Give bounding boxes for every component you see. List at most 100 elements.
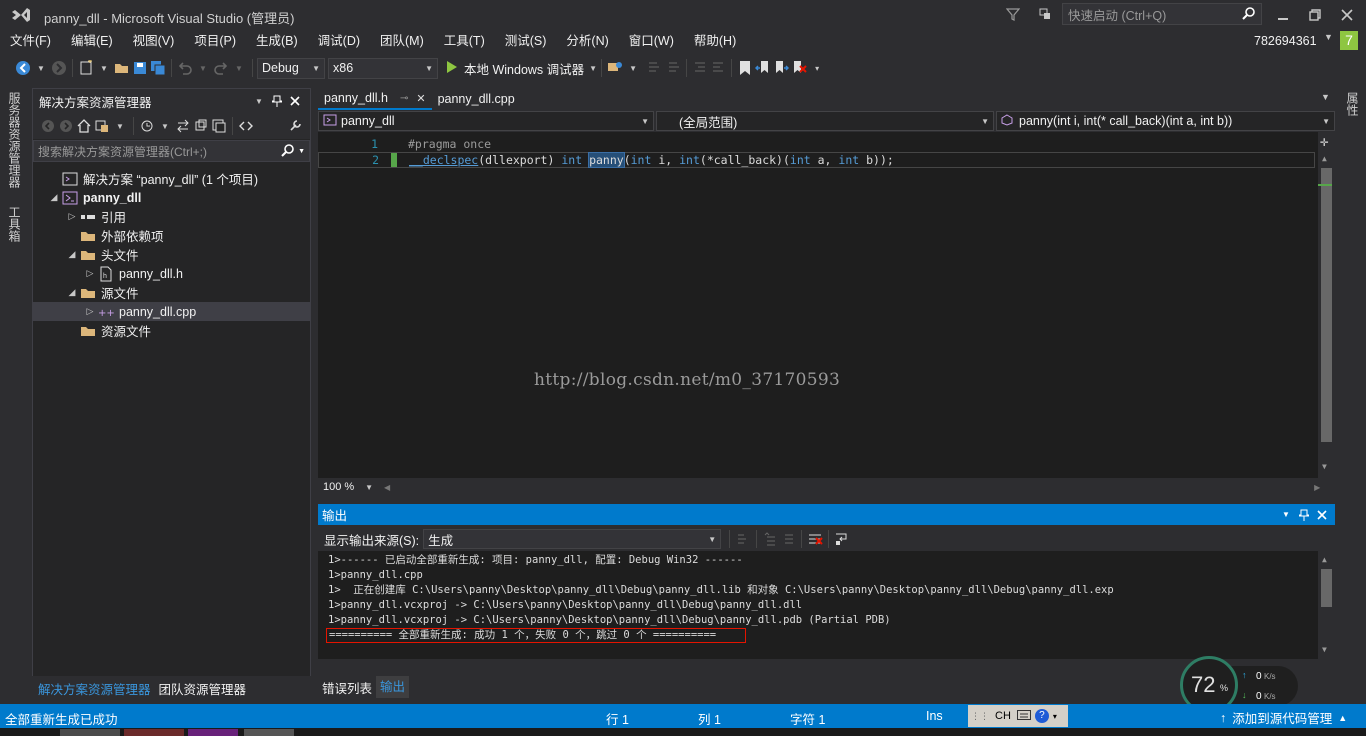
save-icon[interactable]: [131, 59, 149, 77]
tab-error-list[interactable]: 错误列表: [318, 678, 376, 697]
tab-solution-explorer[interactable]: 解决方案资源管理器: [32, 679, 157, 698]
scroll-right-icon[interactable]: ▶: [1314, 483, 1320, 492]
home-icon[interactable]: [75, 117, 93, 135]
solution-search-input[interactable]: 搜索解决方案资源管理器(Ctrl+;) ▼: [33, 140, 310, 162]
refresh-icon[interactable]: [192, 117, 210, 135]
tree-item[interactable]: 资源文件: [33, 321, 310, 340]
menu-tools[interactable]: 工具(T): [434, 30, 495, 52]
indent-icon[interactable]: [709, 59, 727, 77]
properties-tab[interactable]: 属性: [1344, 86, 1361, 122]
scroll-down-icon[interactable]: ▼: [1322, 462, 1327, 471]
tab-overflow-icon[interactable]: ▼: [1321, 92, 1330, 102]
undo-icon[interactable]: [176, 59, 194, 77]
menu-analyze[interactable]: 分析(N): [556, 30, 618, 52]
forward-icon[interactable]: [57, 117, 75, 135]
ime-options-icon[interactable]: ▾: [1053, 712, 1057, 721]
menu-file[interactable]: 文件(F): [0, 30, 61, 52]
comment-icon[interactable]: [646, 59, 664, 77]
outdent-icon[interactable]: [691, 59, 709, 77]
save-all-icon[interactable]: [149, 59, 167, 77]
scrollbar-thumb[interactable]: [1321, 168, 1332, 442]
project-select[interactable]: panny_dll ▼: [318, 111, 654, 131]
tab-output[interactable]: 输出: [376, 676, 410, 698]
scroll-up-icon[interactable]: ▲: [1322, 555, 1327, 564]
code-line-current[interactable]: 2 __declspec (dllexport) int panny(int i,…: [318, 152, 1315, 168]
scrollbar-thumb[interactable]: [1321, 569, 1332, 607]
browser-link-dropdown-icon[interactable]: ▼: [624, 59, 642, 77]
user-name[interactable]: 782694361: [1254, 34, 1317, 48]
uncomment-icon[interactable]: [664, 59, 682, 77]
account-dropdown-icon[interactable]: ▼: [1324, 32, 1333, 42]
menu-test[interactable]: 测试(S): [495, 30, 557, 52]
back-icon[interactable]: [39, 117, 57, 135]
close-tab-icon[interactable]: ✕: [416, 92, 425, 105]
pin-icon[interactable]: ⊸: [400, 93, 408, 104]
undo-dropdown-icon[interactable]: ▼: [194, 59, 212, 77]
tree-item[interactable]: ▷ ++ panny_dll.cpp: [33, 302, 310, 321]
toolbar-overflow-icon[interactable]: ▾: [808, 59, 826, 77]
menu-window[interactable]: 窗口(W): [619, 30, 684, 52]
pending-changes-dropdown-icon[interactable]: ▼: [156, 117, 174, 135]
redo-dropdown-icon[interactable]: ▼: [230, 59, 248, 77]
keyboard-icon[interactable]: [1016, 709, 1031, 723]
pin-icon[interactable]: [1295, 506, 1313, 524]
code-editor[interactable]: 1 #pragma once 2 __declspec (dllexport) i…: [318, 132, 1335, 478]
switch-views-dropdown-icon[interactable]: ▼: [111, 117, 129, 135]
menu-project[interactable]: 项目(P): [184, 30, 246, 52]
solution-config-select[interactable]: Debug ▼: [257, 57, 325, 79]
close-window-button[interactable]: [1338, 6, 1356, 24]
feedback-icon[interactable]: [1036, 5, 1054, 23]
output-text[interactable]: 1>------ 已启动全部重新生成: 项目: panny_dll, 配置: D…: [318, 551, 1335, 659]
tree-item[interactable]: 外部依赖项: [33, 226, 310, 245]
vertical-scrollbar[interactable]: ✛ ▲ ▼: [1318, 132, 1335, 478]
switch-views-icon[interactable]: [93, 117, 111, 135]
new-project-icon[interactable]: [77, 59, 95, 77]
window-position-icon[interactable]: ▼: [1277, 506, 1295, 524]
taskbar-item[interactable]: [60, 729, 120, 736]
pending-changes-icon[interactable]: [138, 117, 156, 135]
start-debugging-button[interactable]: 本地 Windows 调试器 ▼: [446, 59, 597, 78]
help-icon[interactable]: ?: [1034, 709, 1049, 723]
show-code-icon[interactable]: [237, 117, 255, 135]
tab-panny-dll-cpp[interactable]: panny_dll.cpp: [432, 92, 521, 106]
menu-edit[interactable]: 编辑(E): [61, 30, 123, 52]
ime-bar[interactable]: ⋮⋮ CH ? ▾: [968, 705, 1068, 727]
code-line[interactable]: 1 #pragma once: [318, 136, 1318, 152]
collapse-arrow-icon[interactable]: ◢: [65, 287, 79, 298]
tree-item[interactable]: ◢ panny_dll: [33, 188, 310, 207]
next-bookmark-icon[interactable]: [772, 59, 790, 77]
back-icon[interactable]: [14, 59, 32, 77]
scroll-up-icon[interactable]: ▲: [1322, 154, 1327, 163]
tree-item[interactable]: ◢ 源文件: [33, 283, 310, 302]
wrench-icon[interactable]: [286, 117, 304, 135]
tree-item[interactable]: ▷ h panny_dll.h: [33, 264, 310, 283]
scope-select[interactable]: (全局范围) ▼: [656, 111, 994, 131]
collapse-arrow-icon[interactable]: ◢: [65, 249, 79, 260]
notification-badge[interactable]: 7: [1340, 31, 1358, 50]
menu-build[interactable]: 生成(B): [246, 30, 308, 52]
browser-link-icon[interactable]: [606, 59, 624, 77]
zoom-select[interactable]: 100 % ▼: [318, 479, 378, 495]
filter-icon[interactable]: [1004, 5, 1022, 23]
window-position-icon[interactable]: ▼: [250, 92, 268, 110]
expand-arrow-icon[interactable]: ▷: [65, 211, 79, 222]
prev-bookmark-icon[interactable]: [754, 59, 772, 77]
restore-button[interactable]: [1306, 6, 1324, 24]
word-wrap-icon[interactable]: [833, 530, 851, 548]
taskbar-item-vs[interactable]: [188, 729, 238, 736]
split-icon[interactable]: ✛: [1320, 134, 1328, 150]
prev-message-icon[interactable]: [761, 530, 779, 548]
tree-item[interactable]: ▷ 引用: [33, 207, 310, 226]
clear-bookmarks-icon[interactable]: [790, 59, 808, 77]
bookmark-icon[interactable]: [736, 59, 754, 77]
menu-view[interactable]: 视图(V): [123, 30, 185, 52]
tree-item[interactable]: ◢ 头文件: [33, 245, 310, 264]
taskbar-item[interactable]: [244, 729, 294, 736]
toolbox-tab[interactable]: 工具箱: [6, 200, 23, 248]
member-select[interactable]: panny(int i, int(* call_back)(int a, int…: [996, 111, 1335, 131]
close-icon[interactable]: [1313, 506, 1331, 524]
minimize-button[interactable]: [1274, 6, 1292, 24]
tab-team-explorer[interactable]: 团队资源管理器: [157, 679, 249, 698]
taskbar-item[interactable]: [124, 729, 184, 736]
open-file-icon[interactable]: [113, 59, 131, 77]
